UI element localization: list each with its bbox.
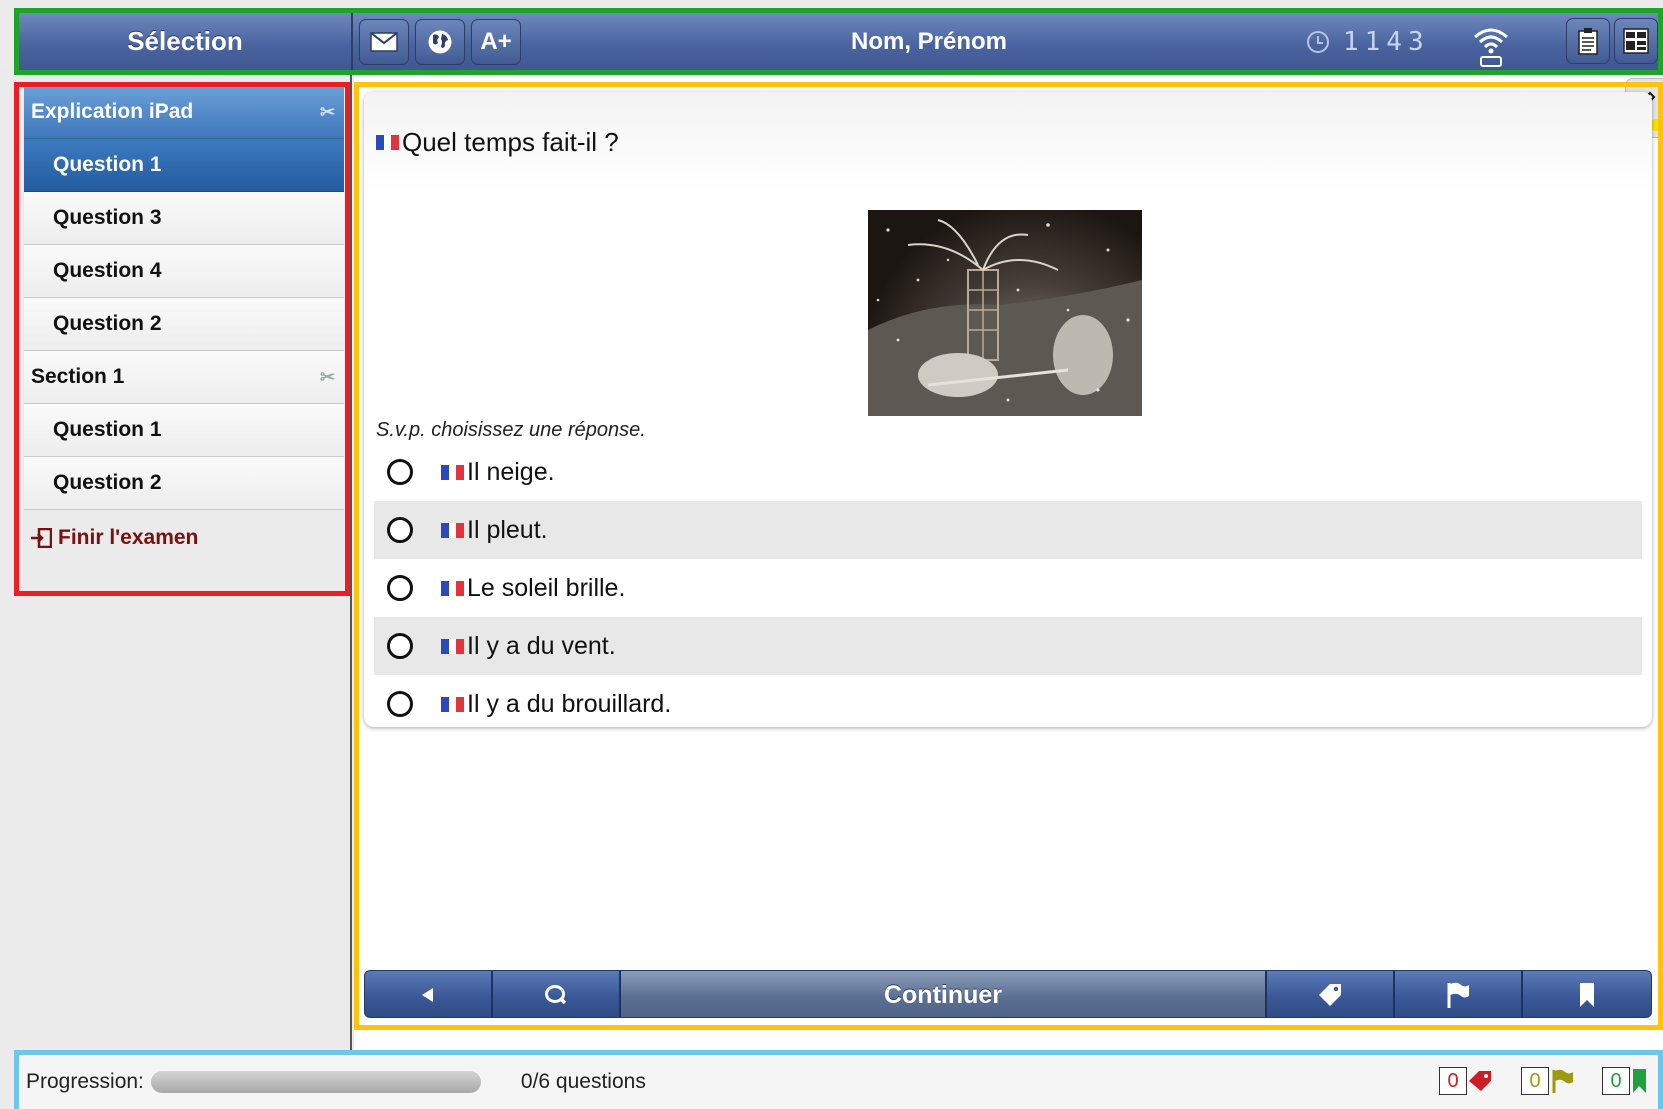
answer-option-label: Il neige. (467, 457, 555, 486)
clock-icon (1307, 30, 1329, 53)
sidebar-item-question[interactable]: Question 4 (24, 245, 344, 298)
answer-option[interactable]: Il neige. (374, 443, 1642, 501)
selection-title: Sélection (19, 13, 353, 70)
answer-option-label: Il pleut. (467, 515, 548, 544)
broken-link-icon: ✂ (320, 102, 336, 122)
message-button[interactable] (359, 18, 409, 65)
exit-icon (31, 527, 52, 548)
radio-button[interactable] (387, 575, 413, 601)
question-panel: Quel temps fait-il ? S.v.p. choisissez u… (354, 70, 1663, 1050)
user-name: Nom, Prénom (850, 27, 1008, 55)
previous-button[interactable] (365, 971, 493, 1017)
tag-count: 0 (1439, 1067, 1467, 1095)
question-list: Explication iPad ✂ Question 1 Question 3… (24, 86, 344, 565)
envelope-icon (370, 31, 398, 52)
questions-count: 0/6 questions (520, 1070, 646, 1093)
sidebar-item-label: Question 2 (53, 312, 162, 335)
answer-option-label: Il y a du vent. (467, 631, 616, 660)
review-button[interactable] (493, 971, 621, 1017)
navigation-bar: Continuer (364, 970, 1652, 1018)
sidebar-section-explication[interactable]: Explication iPad ✂ (24, 86, 344, 139)
answer-option[interactable]: Il y a du brouillard. (374, 675, 1642, 733)
sidebar-item-label: Section 1 (31, 365, 125, 388)
continue-button[interactable]: Continuer (621, 971, 1267, 1017)
tag-icon (1469, 1071, 1491, 1091)
snowy-garden-picture (868, 219, 1142, 416)
flag-icon (1447, 982, 1469, 1008)
clipboard-button[interactable] (1566, 18, 1610, 64)
sidebar-item-label: Explication iPad (31, 100, 194, 123)
sidebar-item-question[interactable]: Question 3 (24, 192, 344, 245)
tag-button[interactable] (1267, 971, 1395, 1017)
sidebar-item-label: Question 1 (53, 418, 162, 441)
radio-button[interactable] (387, 633, 413, 659)
french-flag-icon (376, 134, 400, 150)
answer-option[interactable]: Le soleil brille. (374, 559, 1642, 617)
french-flag-icon (441, 696, 465, 712)
flag-count: 0 (1521, 1067, 1549, 1095)
answer-option-label: Il y a du brouillard. (467, 689, 672, 718)
french-flag-icon (441, 580, 465, 596)
sidebar-item-question[interactable]: Question 2 (24, 298, 344, 351)
tag-counter[interactable]: 0 (1439, 1067, 1495, 1095)
timer-area: 1143 (1307, 13, 1430, 70)
broken-link-icon: ✂ (320, 367, 336, 387)
french-flag-icon (441, 638, 465, 654)
answer-option[interactable]: Il y a du vent. (374, 617, 1642, 675)
magnifier-icon (545, 985, 567, 1005)
layout-grid-icon (1623, 28, 1649, 54)
answer-option[interactable]: Il pleut. (374, 501, 1642, 559)
answer-options: Il neige. Il pleut. Le soleil brille. Il… (374, 443, 1642, 733)
arrow-left-icon (422, 988, 433, 1002)
sidebar-item-label: Question 1 (53, 153, 162, 176)
bookmark-count: 0 (1602, 1067, 1630, 1095)
top-toolbar: Sélection A+ Nom, Prénom 1143 (19, 13, 1663, 70)
bookmark-button[interactable] (1523, 971, 1651, 1017)
flag-icon (1552, 1069, 1573, 1093)
timer-display: 1143 (1343, 26, 1430, 57)
globe-icon (428, 30, 452, 53)
finish-exam-label: Finir l'examen (58, 525, 199, 549)
radio-button[interactable] (387, 691, 413, 717)
flag-counter[interactable]: 0 (1521, 1067, 1575, 1095)
layout-button[interactable] (1614, 18, 1658, 64)
status-bar: Progression: 0/6 questions 0 0 0 (19, 1055, 1663, 1109)
sidebar-item-question[interactable]: Question 2 (24, 457, 344, 510)
tag-icon (1319, 984, 1341, 1006)
sidebar: Explication iPad ✂ Question 1 Question 3… (0, 70, 352, 1109)
question-text: Quel temps fait-il ? (402, 126, 619, 157)
sidebar-item-label: Question 2 (53, 471, 162, 494)
answer-instruction: S.v.p. choisissez une réponse. (376, 419, 646, 441)
wifi-icon (1474, 28, 1508, 67)
sidebar-item-question[interactable]: Question 1 (24, 139, 344, 192)
clipboard-icon (1578, 28, 1598, 55)
language-button[interactable] (415, 18, 465, 65)
question-card: Quel temps fait-il ? S.v.p. choisissez u… (364, 92, 1652, 727)
french-flag-icon (441, 522, 465, 538)
radio-button[interactable] (387, 517, 413, 543)
flag-button[interactable] (1395, 971, 1523, 1017)
bookmark-counter[interactable]: 0 (1602, 1067, 1648, 1095)
sidebar-item-label: Question 3 (53, 206, 162, 229)
progress-bar (150, 1071, 481, 1093)
sidebar-item-question[interactable]: Question 1 (24, 404, 344, 457)
bookmark-icon (1580, 983, 1594, 1007)
exam-app: Sélection A+ Nom, Prénom 1143 Explicatio… (0, 0, 1663, 1109)
question-header: Quel temps fait-il ? (364, 92, 1652, 192)
question-image (868, 210, 1142, 416)
font-size-button[interactable]: A+ (471, 18, 521, 65)
bookmark-icon (1633, 1069, 1646, 1093)
answer-option-label: Le soleil brille. (467, 573, 626, 602)
finish-exam-button[interactable]: Finir l'examen (24, 510, 344, 565)
french-flag-icon (441, 464, 465, 480)
radio-button[interactable] (387, 459, 413, 485)
progress-label: Progression: (26, 1070, 144, 1093)
sidebar-section-1[interactable]: Section 1 ✂ (24, 351, 344, 404)
sidebar-item-label: Question 4 (53, 259, 162, 282)
